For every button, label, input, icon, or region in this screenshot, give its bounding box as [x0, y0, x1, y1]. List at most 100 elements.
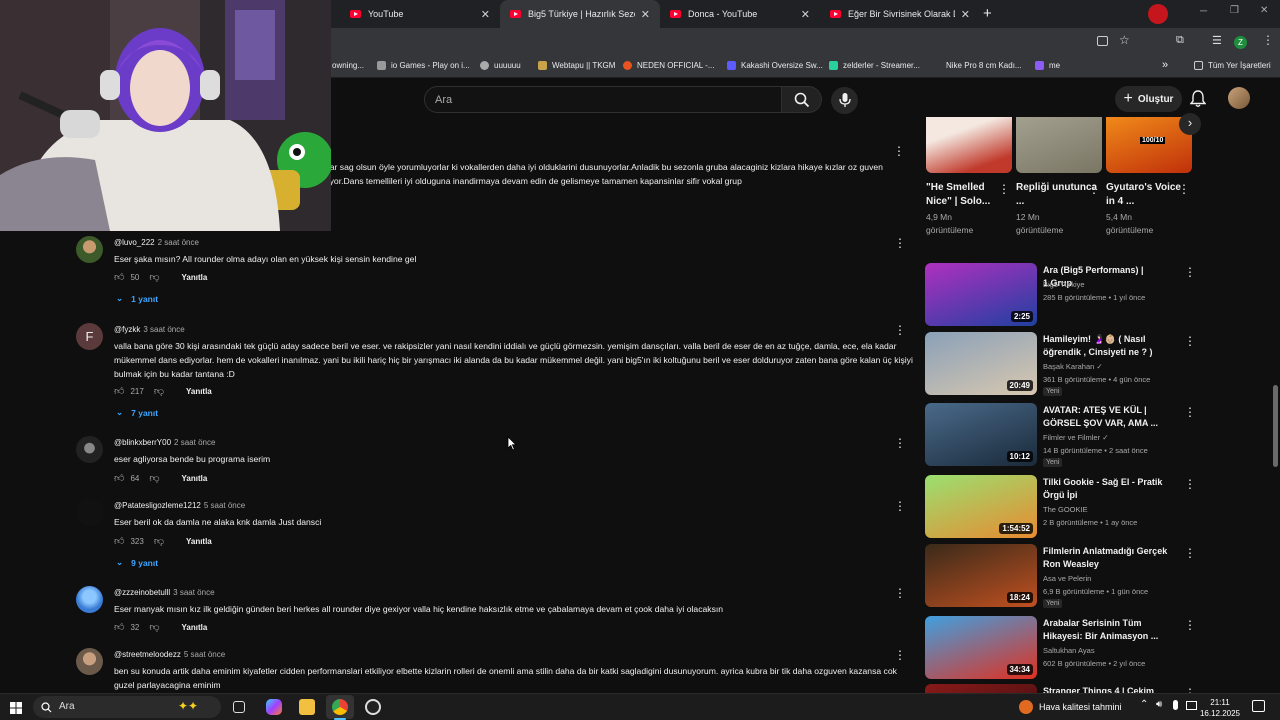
video-more-icon[interactable]: ⋮ — [1184, 618, 1196, 632]
thumbs-down-icon[interactable]: 👎︎ — [149, 472, 159, 484]
replies-toggle[interactable]: ⌄ 9 yanıt — [116, 557, 158, 568]
voice-search-button[interactable] — [831, 87, 858, 114]
tab-big5[interactable]: Big5 Türkiye | Hazırlık Sezonu ✕ — [500, 0, 660, 28]
short-thumbnail[interactable] — [1016, 117, 1102, 173]
like-button[interactable]: 👍︎ 64 — [114, 472, 139, 484]
comment-more-icon[interactable]: ⋮ — [894, 323, 906, 337]
related-video[interactable]: 2:25 Ara (Big5 Performans) | 1.Grup Big5… — [925, 263, 1196, 327]
video-thumbnail[interactable]: 10:12 — [925, 403, 1037, 466]
account-avatar[interactable] — [1228, 87, 1250, 109]
video-more-icon[interactable]: ⋮ — [1184, 477, 1196, 491]
bookmark-star-icon[interactable]: ☆ — [1119, 33, 1130, 47]
comment-time[interactable]: 3 saat önce — [143, 325, 184, 334]
create-button[interactable]: + Oluştur — [1115, 86, 1182, 112]
avatar[interactable] — [76, 586, 103, 613]
like-button[interactable]: 👍︎ 32 — [114, 621, 139, 633]
video-title[interactable]: Tilki Gookie - Sağ El - Pratik Örgü İpi — [1043, 476, 1173, 502]
comment-more-icon[interactable]: ⋮ — [894, 436, 906, 450]
short-more-icon[interactable]: ⋮ — [1088, 182, 1100, 196]
channel-name[interactable]: Saltukhan Ayas — [1043, 644, 1095, 657]
video-more-icon[interactable]: ⋮ — [1184, 686, 1195, 693]
kebab-menu-icon[interactable]: ⋮ — [1262, 33, 1274, 47]
search-button[interactable] — [782, 86, 822, 113]
windows-start-icon[interactable] — [10, 702, 22, 714]
related-video[interactable]: 1:54:52 Tilki Gookie - Sağ El - Pratik Ö… — [925, 475, 1196, 539]
page-scrollbar[interactable] — [1271, 120, 1280, 693]
video-title[interactable]: Filmlerin Anlatmadığı Gerçek Ron Weasley — [1043, 545, 1173, 571]
bookmark-item[interactable]: NEDEN OFFICIAL -... — [623, 61, 715, 70]
replies-toggle[interactable]: ⌄ 1 yanıt — [116, 293, 158, 304]
tab-sivrisinek[interactable]: Eğer Bir Sivrisinek Olarak Doğsa ✕ — [820, 0, 980, 28]
extension-icon[interactable]: ⧉ — [1176, 34, 1184, 47]
weather-label[interactable]: Hava kalitesi tahmini — [1039, 702, 1122, 712]
related-video[interactable]: 18:24 Filmlerin Anlatmadığı Gerçek Ron W… — [925, 544, 1196, 608]
video-title[interactable]: Stranger Things 4 | Çekim — [1043, 685, 1173, 693]
comment-author[interactable]: @streetmeloodezz — [114, 650, 181, 659]
channel-name[interactable]: Başak Karahan ✓ — [1043, 360, 1103, 373]
thumbs-down-icon[interactable]: 👎︎ — [154, 535, 164, 547]
video-more-icon[interactable]: ⋮ — [1184, 405, 1196, 419]
scrollbar-thumb[interactable] — [1273, 385, 1278, 467]
related-video[interactable]: 20:49 Hamileyim! 🤰🏻👶🏼 ( Nasıl öğrendik ,… — [925, 332, 1196, 396]
bookmark-item[interactable]: io Games - Play on i... — [377, 61, 470, 70]
bookmark-item[interactable]: owning... — [332, 61, 364, 70]
bookmark-item[interactable]: Webtapu || TKGM — [538, 61, 615, 70]
video-thumbnail[interactable]: 20:49 — [925, 332, 1037, 395]
reply-button[interactable]: Yanıtla — [182, 474, 208, 483]
like-button[interactable]: 👍︎ 323 — [114, 535, 144, 547]
replies-toggle[interactable]: ⌄ 7 yanıt — [116, 407, 158, 418]
notifications-bell-icon[interactable] — [1190, 90, 1206, 108]
bookmark-item[interactable]: Kakashi Oversize Sw... — [727, 61, 823, 70]
minimize-icon[interactable]: ─ — [1200, 6, 1207, 17]
video-title[interactable]: Arabalar Serisinin Tüm Hikayesi: Bir Ani… — [1043, 617, 1173, 643]
close-icon[interactable]: ✕ — [801, 8, 810, 21]
related-video[interactable]: Stranger Things 4 | Çekim ⋮ — [925, 684, 1195, 693]
channel-name[interactable]: Filmler ve Filmler ✓ — [1043, 431, 1108, 444]
avatar[interactable] — [76, 648, 103, 675]
all-bookmarks[interactable]: Tüm Yer İşaretleri — [1194, 61, 1271, 70]
video-more-icon[interactable]: ⋮ — [1184, 265, 1196, 279]
weather-icon[interactable] — [1019, 700, 1033, 714]
obs-icon[interactable] — [365, 699, 381, 715]
close-icon[interactable]: ✕ — [481, 8, 490, 21]
comment-time[interactable]: 5 saat önce — [184, 650, 225, 659]
short-more-icon[interactable]: ⋮ — [1178, 182, 1190, 196]
short-more-icon[interactable]: ⋮ — [998, 182, 1010, 196]
search-input[interactable]: Ara — [424, 86, 782, 113]
video-thumbnail[interactable] — [925, 684, 1037, 693]
short-item[interactable]: "He Smelled Nice" | Solo... 4,9 Mn görün… — [926, 117, 1012, 237]
video-thumbnail[interactable]: 1:54:52 — [925, 475, 1037, 538]
bookmark-item[interactable]: zelderler - Streamer... — [829, 61, 920, 70]
volume-icon[interactable]: 🔊︎ — [1156, 699, 1162, 710]
comment-author[interactable]: @luvo_222 — [114, 238, 155, 247]
comment-more-icon[interactable]: ⋮ — [893, 144, 905, 158]
avatar[interactable] — [76, 236, 103, 263]
like-button[interactable]: 👍︎ 217 — [114, 385, 144, 397]
avatar[interactable] — [76, 499, 103, 526]
channel-name[interactable]: Asa ve Pelerin — [1043, 572, 1091, 585]
avatar[interactable]: F — [76, 323, 103, 350]
copilot-icon[interactable] — [266, 699, 282, 715]
notifications-icon[interactable] — [1252, 700, 1265, 712]
bookmark-item[interactable]: Nike Pro 8 cm Kadı... — [946, 61, 1022, 70]
profile-avatar[interactable]: Z — [1234, 36, 1247, 49]
install-icon[interactable] — [1097, 36, 1108, 46]
bookmarks-overflow[interactable]: » — [1162, 59, 1168, 71]
reply-button[interactable]: Yanıtla — [182, 623, 208, 632]
related-video[interactable]: 34:34 Arabalar Serisinin Tüm Hikayesi: B… — [925, 616, 1196, 680]
reply-button[interactable]: Yanıtla — [186, 537, 212, 546]
channel-name[interactable]: The GOOKIE — [1043, 503, 1088, 516]
thumbs-down-icon[interactable]: 👎︎ — [149, 621, 159, 633]
bookmark-item[interactable]: me — [1035, 61, 1060, 70]
network-icon[interactable] — [1186, 701, 1197, 710]
video-title[interactable]: Hamileyim! 🤰🏻👶🏼 ( Nasıl öğrendik , Cinsi… — [1043, 333, 1173, 359]
comment-time[interactable]: 2 saat önce — [174, 438, 215, 447]
close-icon[interactable]: ✕ — [961, 8, 970, 21]
short-thumbnail[interactable] — [926, 117, 1012, 173]
comment-author[interactable]: @fyzkk — [114, 325, 140, 334]
comment-more-icon[interactable]: ⋮ — [894, 236, 906, 250]
window-close-icon[interactable]: ✕ — [1260, 5, 1268, 16]
tab-donca[interactable]: Donca - YouTube ✕ — [660, 0, 820, 28]
comment-more-icon[interactable]: ⋮ — [894, 648, 906, 662]
comment-time[interactable]: 3 saat önce — [173, 588, 214, 597]
